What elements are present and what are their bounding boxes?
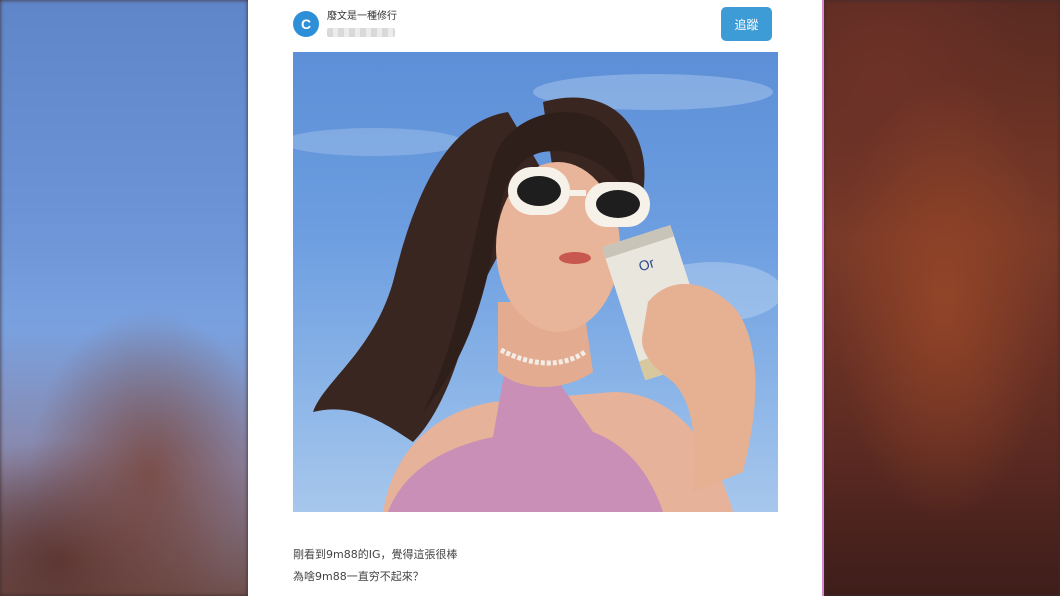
caption-line: 為啥9m88一直穷不起來？ [293, 570, 424, 583]
post-card: C 廢文是一種修行 追蹤 Or 剛看到9m88的IG，覺得這張很棒 為啥9m88… [248, 0, 822, 596]
divider-line [822, 0, 824, 596]
follow-button[interactable]: 追蹤 [721, 7, 772, 41]
blurred-background-right [824, 0, 1060, 596]
author-meta: 廢文是一種修行 [327, 10, 397, 37]
blurred-background-left [0, 0, 248, 596]
blurred-author-id [327, 28, 395, 37]
video-frame: C 廢文是一種修行 追蹤 Or 剛看到9m88的IG，覺得這張很棒 為啥9m88… [0, 0, 1060, 596]
caption-line: 剛看到9m88的IG，覺得這張很棒 [293, 548, 458, 561]
post-photo[interactable]: Or [293, 52, 778, 512]
post-caption: 剛看到9m88的IG，覺得這張很棒 為啥9m88一直穷不起來？ [293, 544, 457, 588]
avatar[interactable]: C [293, 10, 319, 37]
author-row: C 廢文是一種修行 [293, 10, 397, 37]
author-name[interactable]: 廢文是一種修行 [327, 10, 397, 24]
photo-illustration: Or [293, 74, 778, 512]
